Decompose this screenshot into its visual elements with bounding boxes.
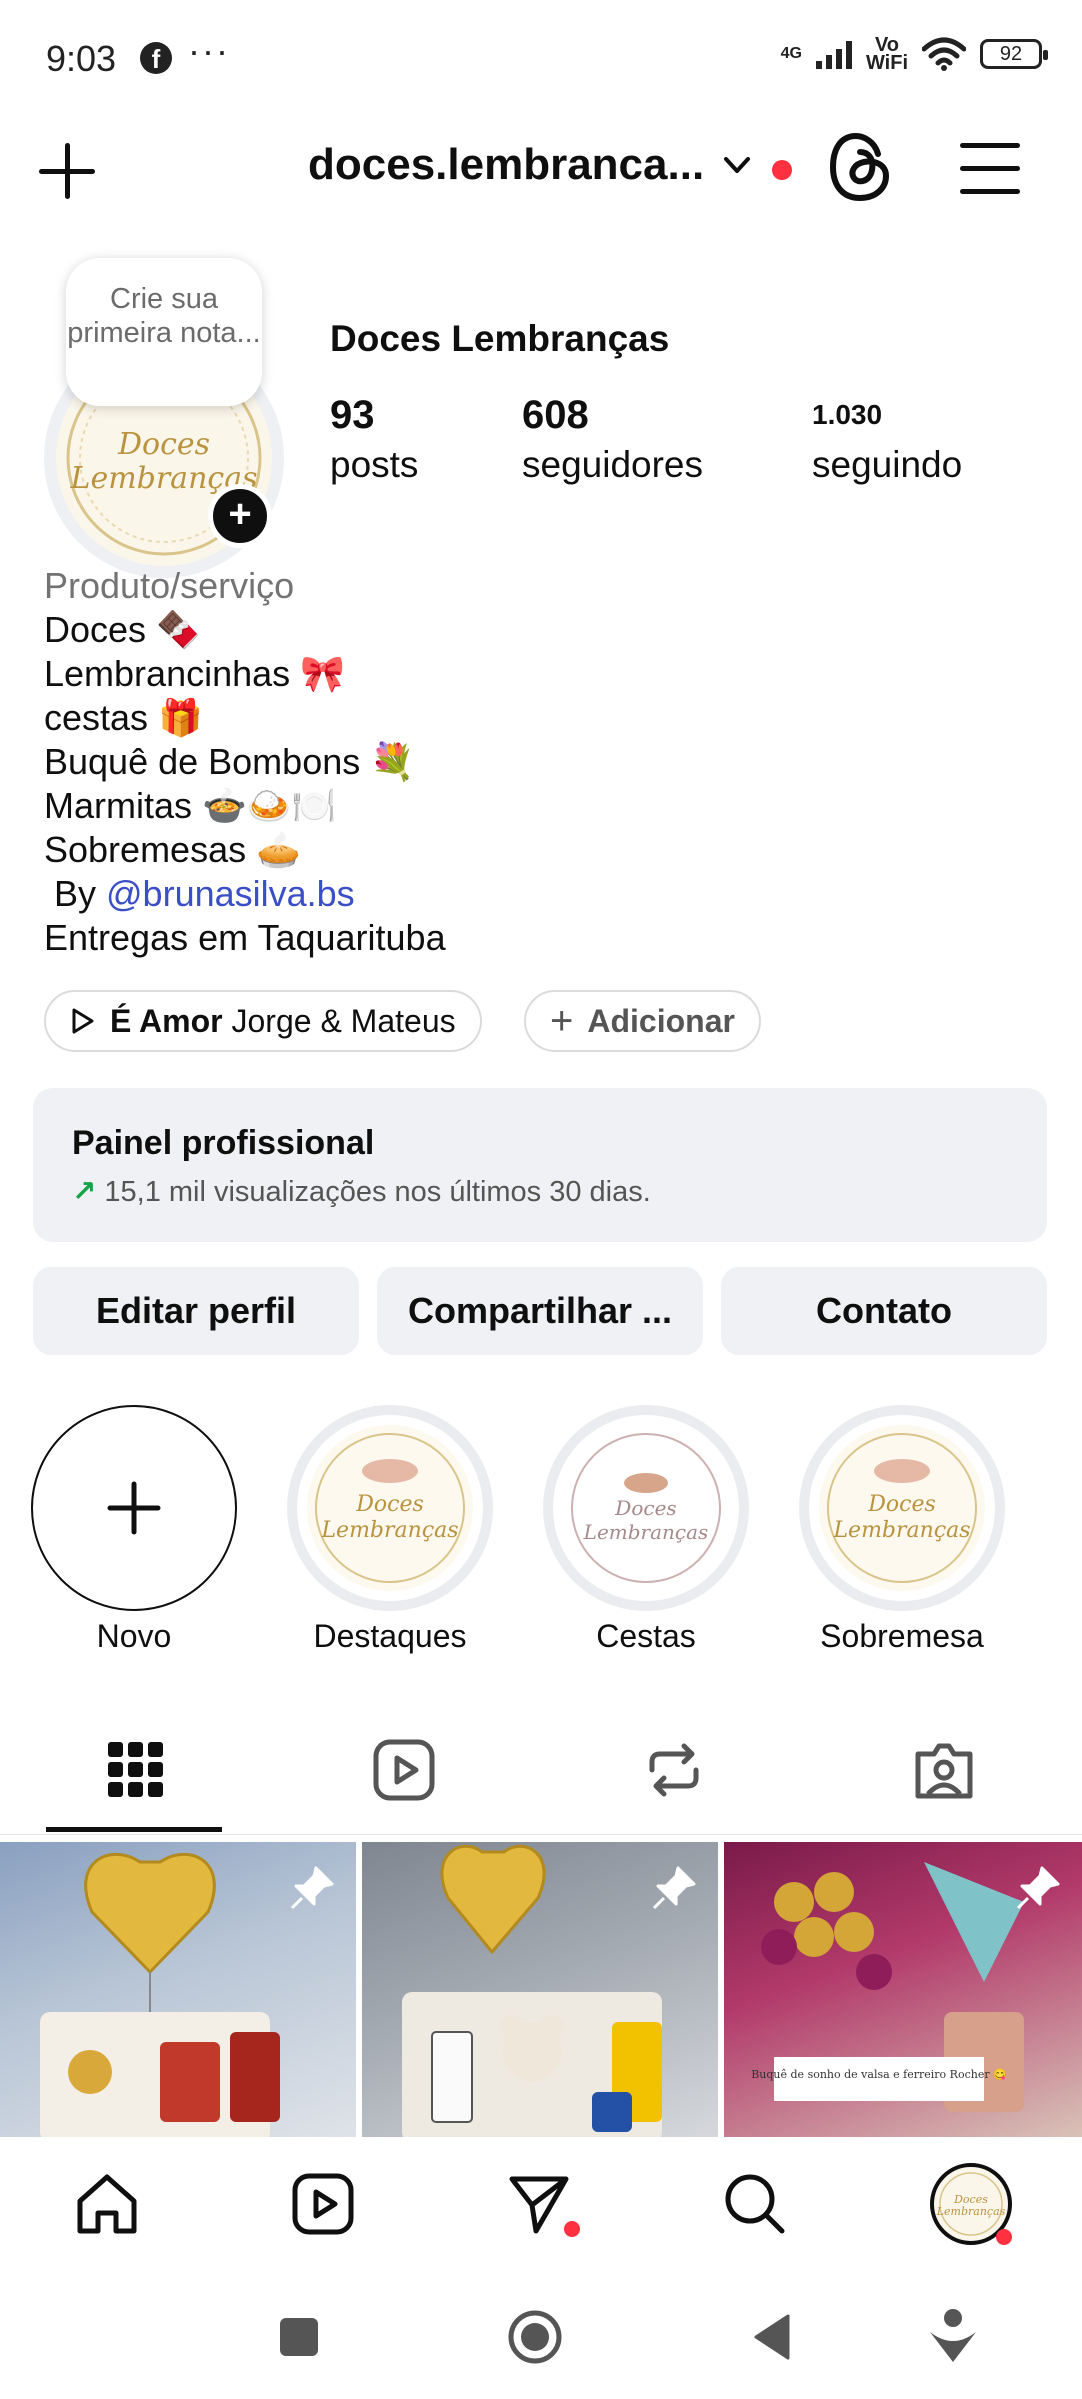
messages-icon[interactable]	[506, 2171, 572, 2237]
bio-line: Buquê de Bombons 💐	[44, 741, 416, 782]
music-artist: Jorge & Mateus	[231, 1003, 456, 1039]
pinned-icon	[652, 1866, 696, 1910]
highlight-logo: DocesLembranças	[315, 1433, 465, 1583]
edit-profile-button[interactable]: Editar perfil	[33, 1267, 359, 1355]
stat-posts[interactable]: 93 posts	[330, 390, 418, 490]
home-icon[interactable]	[74, 2171, 140, 2237]
highlight-cestas[interactable]: Doces Lembranças	[543, 1405, 749, 1611]
bottom-nav: Doces Lembranças	[0, 2137, 1082, 2273]
system-nav-bar	[0, 2276, 1082, 2399]
stat-following[interactable]: 1.030 seguindo	[812, 390, 962, 490]
bio-mention-link[interactable]: @brunasilva.bs	[106, 873, 355, 914]
profile-badge-dot	[996, 2229, 1012, 2245]
highlight-sobremesa[interactable]: Doces Lembranças	[799, 1405, 1005, 1611]
highlight-new[interactable]	[31, 1405, 237, 1611]
dashboard-subtitle: ↗ 15,1 mil visualizações nos últimos 30 …	[72, 1176, 651, 1208]
reels-nav-icon[interactable]	[290, 2171, 356, 2237]
dashboard-title: Painel profissional	[72, 1124, 375, 1162]
svg-text:Lembranças: Lembranças	[583, 1520, 709, 1544]
plus-icon	[107, 1481, 161, 1535]
notification-dot	[772, 160, 792, 180]
search-icon[interactable]	[722, 2171, 788, 2237]
highlight-destaques[interactable]: Doces Lembranças	[287, 1405, 493, 1611]
highlight-label: Destaques	[313, 1618, 467, 1654]
bio-category: Produto/serviço	[44, 565, 295, 606]
bio-line: Lembrancinhas 🎀	[44, 653, 345, 694]
stat-followers[interactable]: 608 seguidores	[522, 390, 703, 490]
add-chip-label: Adicionar	[587, 1003, 735, 1039]
back-icon[interactable]	[750, 2312, 794, 2362]
highlight-label: Cestas	[596, 1618, 696, 1654]
svg-text:Doces: Doces	[355, 1492, 424, 1517]
play-icon	[72, 1008, 94, 1034]
reels-icon[interactable]	[372, 1738, 436, 1802]
post-caption: Buquê de sonho de valsa e ferreiro Roche…	[751, 2068, 1007, 2081]
svg-text:Lembranças: Lembranças	[320, 1518, 458, 1543]
more-notifications-icon: ···	[188, 30, 230, 71]
add-story-button[interactable]: +	[208, 484, 272, 548]
wifi-icon	[922, 37, 966, 71]
tagged-icon[interactable]	[912, 1738, 976, 1802]
grid-icon[interactable]	[104, 1738, 168, 1802]
status-icons: 4G Vo WiFi 92	[780, 34, 1048, 74]
reposts-icon[interactable]	[642, 1738, 706, 1802]
svg-text:Lembranças: Lembranças	[936, 2205, 1006, 2218]
plus-icon: +	[550, 999, 574, 1043]
note-bubble[interactable]: Crie sua primeira nota...	[66, 258, 262, 406]
chevron-down-icon[interactable]	[722, 150, 752, 180]
bio-line: Marmitas 🍲🍛🍽️	[44, 785, 337, 826]
bio-line: Sobremesas 🥧	[44, 829, 301, 870]
home-circle-icon[interactable]	[506, 2308, 564, 2366]
svg-text:Lembranças: Lembranças	[832, 1518, 970, 1543]
pinned-icon	[290, 1866, 334, 1910]
music-song: É Amor	[110, 1003, 223, 1039]
signal-icon	[815, 39, 852, 69]
create-plus-icon[interactable]	[30, 135, 104, 209]
menu-icon[interactable]	[960, 143, 1020, 195]
assistant-icon[interactable]	[926, 2306, 980, 2366]
bio-by-line: By @brunasilva.bs	[44, 873, 355, 914]
svg-text:Doces: Doces	[614, 1496, 676, 1520]
share-profile-button[interactable]: Compartilhar ...	[377, 1267, 703, 1355]
recents-icon[interactable]	[280, 2318, 318, 2356]
add-link-chip[interactable]: + Adicionar	[524, 990, 761, 1052]
battery-icon: 92	[980, 39, 1048, 69]
post-tile[interactable]: Buquê de sonho de valsa e ferreiro Roche…	[724, 1842, 1082, 2138]
bio: Produto/serviço Doces 🍫 Lembrancinhas 🎀 …	[44, 564, 446, 960]
vowifi-label: Vo WiFi	[865, 34, 908, 74]
contact-button[interactable]: Contato	[721, 1267, 1047, 1355]
status-time: 9:03	[46, 38, 117, 79]
avatar-logo: DocesLembranças	[936, 2172, 1006, 2236]
active-tab-indicator	[46, 1827, 222, 1832]
post-tile[interactable]	[362, 1842, 718, 2138]
highlight-logo: DocesLembranças	[571, 1433, 721, 1583]
threads-icon[interactable]	[826, 130, 896, 204]
facebook-icon: f	[140, 42, 172, 74]
bio-line: Entregas em Taquarituba	[44, 917, 446, 958]
bio-line: cestas 🎁	[44, 697, 203, 738]
music-chip[interactable]: É Amor Jorge & Mateus	[44, 990, 482, 1052]
highlight-logo: DocesLembranças	[827, 1433, 977, 1583]
highlight-label: Sobremesa	[820, 1618, 984, 1654]
trend-up-icon: ↗	[72, 1176, 97, 1208]
svg-text:Doces: Doces	[117, 427, 210, 462]
post-tile[interactable]	[0, 1842, 356, 2138]
tab-divider	[0, 1834, 1082, 1835]
professional-dashboard[interactable]	[33, 1088, 1047, 1242]
display-name: Doces Lembranças	[330, 318, 670, 359]
profile-username[interactable]: doces.lembranca...	[308, 140, 704, 190]
pinned-icon	[1016, 1866, 1060, 1910]
highlight-label: Novo	[96, 1618, 172, 1654]
svg-text:Doces: Doces	[867, 1492, 936, 1517]
bio-line: Doces 🍫	[44, 609, 201, 650]
network-type: 4G	[780, 45, 802, 62]
messages-badge-dot	[564, 2221, 580, 2237]
